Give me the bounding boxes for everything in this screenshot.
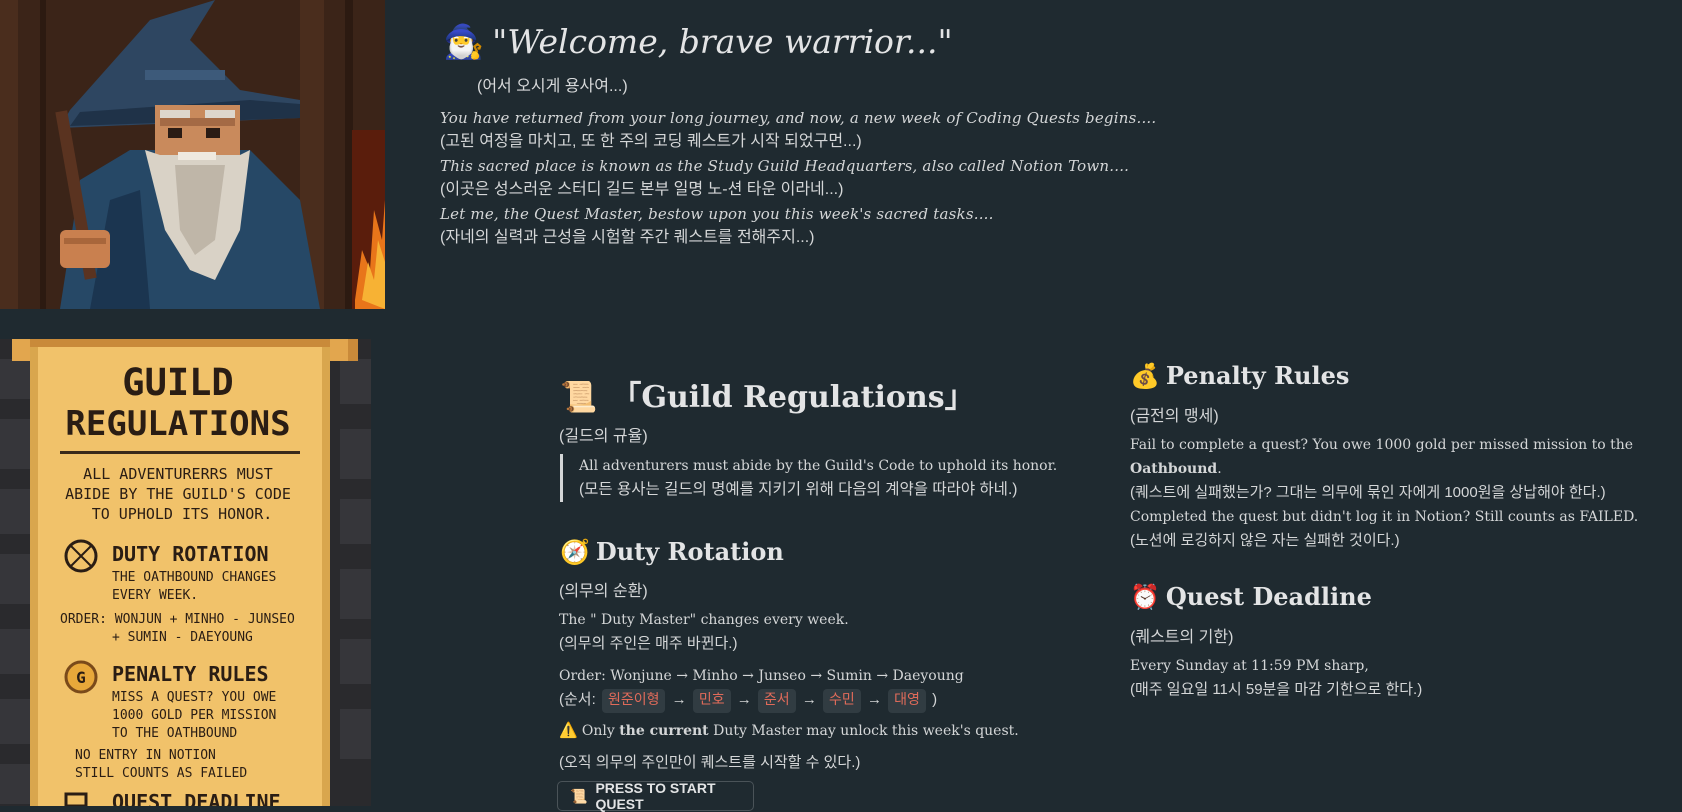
wizard-emoji-icon: 🧙‍♂️ <box>443 22 485 61</box>
scroll-duty-line2: EVERY WEEK. <box>112 588 198 603</box>
deadline-lines: Every Sunday at 11:59 PM sharp, (매주 일요일 … <box>1130 654 1422 702</box>
guild-regulations-scroll-image: GUILD REGULATIONS ALL ADVENTURERRS MUST … <box>0 339 371 806</box>
intro-line-4: (이곳은 성스러운 스터디 길드 본부 일명 노-션 타운 이라네...) <box>440 181 844 198</box>
scroll-deadline-title: QUEST DEADLINE <box>112 790 281 806</box>
warning-icon: ⚠️ <box>559 722 578 739</box>
duty-warning-en: Only the current Duty Master may unlock … <box>582 723 1019 739</box>
warning-post: Duty Master may unlock this week's quest… <box>708 723 1019 739</box>
scroll-image: GUILD REGULATIONS ALL ADVENTURERRS MUST … <box>0 339 371 806</box>
deadline-title: ⏰ Quest Deadline <box>1130 582 1372 611</box>
duty-line-1: The " Duty Master" changes every week. <box>559 612 849 628</box>
intro-title-text: "Welcome, brave warrior..." <box>492 22 953 61</box>
duty-line-2: (의무의 주인은 매주 바뀐다.) <box>559 635 738 652</box>
scroll-notion-line2: STILL COUNTS AS FAILED <box>75 766 247 781</box>
penalty-line-3: Completed the quest but didn't log it in… <box>1130 509 1639 525</box>
deadline-subtitle: (퀘스트의 기한) <box>1130 629 1234 646</box>
regulations-quote-en: All adventurers must abide by the Guild'… <box>579 458 1058 474</box>
member-chip: 민호 <box>692 689 731 713</box>
order-arrow: → <box>671 691 687 708</box>
scroll-emoji-icon: 📜 <box>560 380 598 415</box>
member-chip: 대영 <box>888 689 926 713</box>
wizard-image <box>0 0 385 309</box>
wizard-illustration <box>0 0 385 309</box>
duty-title: 🧭 Duty Rotation <box>560 537 784 566</box>
duty-subtitle: (의무의 순환) <box>559 583 648 600</box>
scroll-penalty-title: PENALTY RULES <box>112 662 269 686</box>
penalty-subtitle: (금전의 맹세) <box>1130 408 1219 425</box>
start-quest-button-label: PRESS TO START QUEST <box>595 780 716 812</box>
scroll-intro-2: ABIDE BY THE GUILD'S CODE <box>65 485 291 503</box>
scroll-penalty-line3: TO THE OATHBOUND <box>112 726 237 741</box>
duty-lines: The " Duty Master" changes every week. (… <box>559 608 849 656</box>
scroll-title-line1: GUILD <box>122 361 233 404</box>
intro-line-2: (고된 여정을 마치고, 또 한 주의 코딩 퀘스트가 시작 되었구먼...) <box>440 133 862 150</box>
penalty-title: 💰 Penalty Rules <box>1130 361 1349 390</box>
scroll-emoji-icon: 📜 <box>570 787 588 804</box>
penalty-line-2: (퀘스트에 실패했는가? 그대는 의무에 묶인 자에게 1000원을 상납해야 … <box>1130 484 1606 501</box>
intro-line-6: (자네의 실력과 근성을 시험할 주간 퀘스트를 전해주지...) <box>440 229 815 246</box>
duty-order-ko-suffix: ) <box>932 691 938 708</box>
intro-lines: You have returned from your long journey… <box>440 106 1156 250</box>
alarm-clock-emoji-icon: ⏰ <box>1130 582 1160 611</box>
penalty-title-text: Penalty Rules <box>1165 361 1350 390</box>
regulations-quote: All adventurers must abide by the Guild'… <box>560 454 1057 502</box>
duty-order-ko-prefix: (순서: <box>559 691 596 708</box>
scroll-intro-3: TO UPHOLD ITS HONOR. <box>92 505 273 523</box>
member-chip: 준서 <box>757 689 796 713</box>
penalty-line-1-bold: Oathbound <box>1130 461 1218 477</box>
penalty-line-4: (노션에 로깅하지 않은 자는 실패한 것이다.) <box>1130 532 1400 549</box>
deadline-title-text: Quest Deadline <box>1165 582 1372 611</box>
scroll-title-line2: REGULATIONS <box>65 404 290 444</box>
regulations-title-text: 「Guild Regulations」 <box>611 380 975 415</box>
order-arrow: → <box>801 691 817 708</box>
scroll-duty-line1: THE OATHBOUND CHANGES <box>112 570 276 585</box>
intro-line-1: You have returned from your long journey… <box>440 109 1157 127</box>
penalty-line-1-pre: Fail to complete a quest? You owe 1000 g… <box>1130 437 1634 453</box>
duty-order: Order: Wonjune → Minho → Junseo → Sumin … <box>559 664 964 713</box>
start-quest-button[interactable]: 📜 PRESS TO START QUEST <box>557 780 754 812</box>
order-arrow: → <box>866 691 882 708</box>
member-chip: 수민 <box>823 689 861 713</box>
duty-order-en: Order: Wonjune → Minho → Junseo → Sumin … <box>559 668 964 684</box>
penalty-line-1-end: . <box>1217 461 1222 477</box>
regulations-subtitle: (길드의 규율) <box>559 428 648 445</box>
duty-warning: ⚠️ Only the current Duty Master may unlo… <box>559 719 1019 743</box>
duty-order-ko: (순서: 원준이형 → 민호 → 준서 → 수민 → 대영 ) <box>559 688 964 713</box>
scroll-duty-title: DUTY ROTATION <box>112 542 269 566</box>
order-arrow: → <box>736 691 752 708</box>
warning-bold: the current <box>619 723 709 739</box>
member-chip: 원준이형 <box>601 689 666 713</box>
scroll-notion-line1: NO ENTRY IN NOTION <box>75 748 216 763</box>
penalty-line-1: Fail to complete a quest? You owe 1000 g… <box>1130 433 1650 481</box>
scroll-order-line1: ORDER: WONJUN + MINHO - JUNSEO <box>60 612 295 627</box>
duty-warning-ko: (오직 의무의 주인만이 퀘스트를 시작할 수 있다.) <box>559 754 861 771</box>
money-bag-emoji-icon: 💰 <box>1130 361 1160 390</box>
deadline-line-2: (매주 일요일 11시 59분을 마감 기한으로 한다.) <box>1130 681 1423 698</box>
penalty-lines: Fail to complete a quest? You owe 1000 g… <box>1130 433 1650 553</box>
intro-line-5: Let me, the Quest Master, bestow upon yo… <box>440 205 994 223</box>
compass-emoji-icon: 🧭 <box>560 537 590 566</box>
deadline-line-1: Every Sunday at 11:59 PM sharp, <box>1130 658 1369 674</box>
scroll-penalty-line1: MISS A QUEST? YOU OWE <box>112 690 276 705</box>
intro-line-3: This sacred place is known as the Study … <box>440 157 1130 175</box>
duty-title-text: Duty Rotation <box>595 537 784 566</box>
intro-title: 🧙‍♂️ "Welcome, brave warrior..." <box>443 22 953 62</box>
regulations-quote-ko: (모든 용사는 길드의 명예를 지키기 위해 다음의 계약을 따라야 하네.) <box>579 481 1018 498</box>
warning-pre: Only <box>581 723 620 739</box>
scroll-intro-1: ALL ADVENTURERRS MUST <box>83 465 273 483</box>
svg-text:G: G <box>76 668 86 687</box>
regulations-title: 📜 「Guild Regulations」 <box>560 372 975 416</box>
scroll-order-line2: + SUMIN - DAEYOUNG <box>112 630 253 645</box>
intro-subtitle: (어서 오시게 용사여...) <box>477 78 628 95</box>
scroll-penalty-line2: 1000 GOLD PER MISSION <box>112 708 276 723</box>
